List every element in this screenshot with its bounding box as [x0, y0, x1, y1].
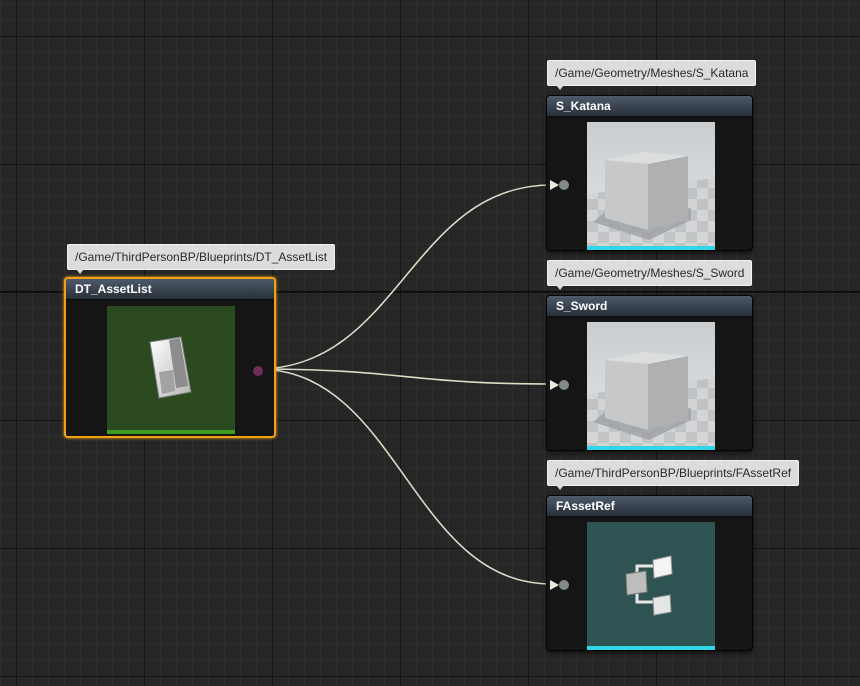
asset-type-color-bar — [107, 430, 235, 434]
wire-to-fassetref — [256, 368, 553, 585]
static-mesh-cube-icon — [587, 122, 715, 250]
wire-to-s-katana — [256, 184, 553, 370]
asset-thumbnail — [587, 122, 715, 250]
node-dt-assetlist[interactable]: DT_AssetList — [64, 277, 276, 438]
asset-path-tooltip: /Game/ThirdPersonBP/Blueprints/FAssetRef — [547, 460, 800, 490]
struct-icon — [625, 555, 673, 616]
node-s-katana[interactable]: S_Katana — [546, 95, 753, 251]
asset-path-tooltip: /Game/Geometry/Meshes/S_Sword — [547, 260, 753, 290]
asset-path-tooltip: /Game/ThirdPersonBP/Blueprints/DT_AssetL… — [67, 244, 336, 274]
node-title: FAssetRef — [547, 496, 752, 517]
static-mesh-cube-icon — [587, 322, 715, 450]
node-title: S_Katana — [547, 96, 752, 117]
asset-path-tooltip: /Game/Geometry/Meshes/S_Katana — [547, 60, 757, 90]
node-title: DT_AssetList — [66, 279, 274, 300]
asset-thumbnail — [587, 322, 715, 450]
node-fassetref[interactable]: FAssetRef — [546, 495, 753, 651]
asset-thumbnail — [587, 522, 715, 650]
input-arrow-icon — [550, 580, 559, 590]
input-pin[interactable] — [559, 180, 569, 190]
node-s-sword[interactable]: S_Sword — [546, 295, 753, 451]
output-pin[interactable] — [253, 366, 263, 376]
input-arrow-icon — [550, 180, 559, 190]
asset-type-color-bar — [587, 246, 715, 250]
asset-thumbnail — [107, 306, 235, 434]
wire-to-s-sword — [256, 368, 553, 385]
asset-type-color-bar — [587, 646, 715, 650]
input-pin[interactable] — [559, 380, 569, 390]
node-title: S_Sword — [547, 296, 752, 317]
input-arrow-icon — [550, 380, 559, 390]
data-table-icon — [149, 336, 192, 399]
asset-type-color-bar — [587, 446, 715, 450]
input-pin[interactable] — [559, 580, 569, 590]
